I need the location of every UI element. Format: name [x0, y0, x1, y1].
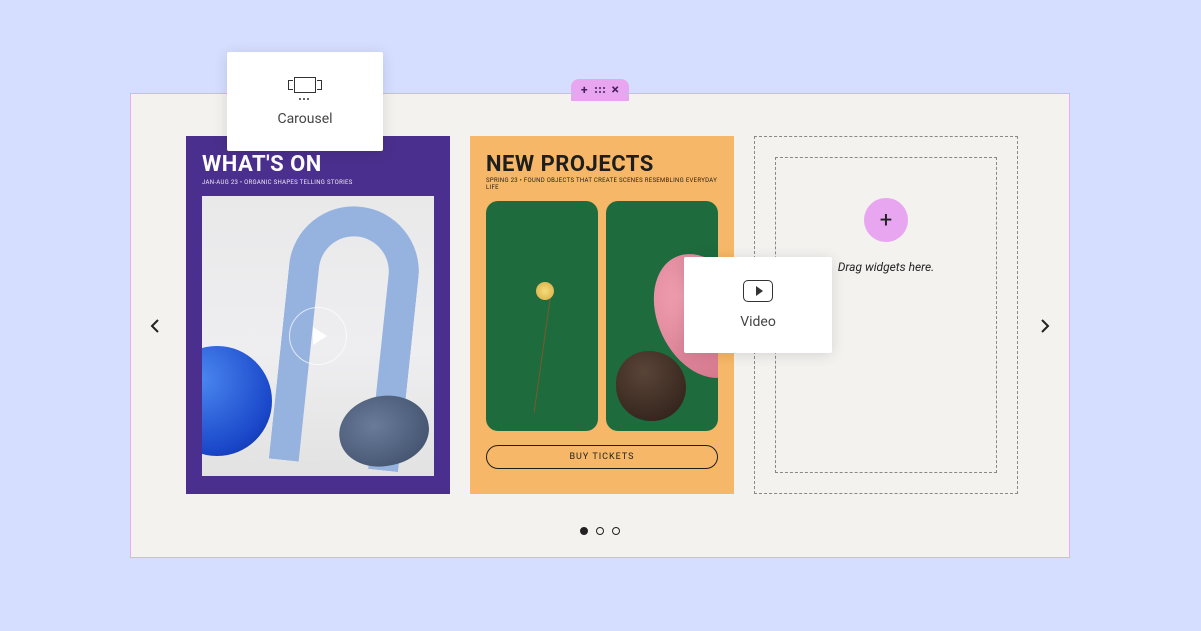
card-subtitle: JAN-AUG 23 • ORGANIC SHAPES TELLING STOR… — [202, 179, 434, 186]
pagination-dot[interactable] — [612, 527, 620, 535]
decorative-stem — [534, 294, 552, 413]
buy-tickets-button[interactable]: BUY TICKETS — [486, 445, 718, 469]
play-icon[interactable] — [289, 307, 347, 365]
section-handle[interactable] — [571, 79, 629, 101]
carousel-card-whats-on[interactable]: WHAT'S ON JAN-AUG 23 • ORGANIC SHAPES TE… — [186, 136, 450, 494]
close-icon[interactable] — [612, 82, 619, 98]
card-media — [202, 196, 434, 476]
card-subtitle: SPRING 23 • FOUND OBJECTS THAT CREATE SC… — [486, 177, 718, 191]
decorative-sphere — [202, 346, 272, 456]
card-image — [486, 201, 598, 431]
add-widget-button[interactable]: + — [864, 198, 908, 242]
dropzone-hint: Drag widgets here. — [838, 260, 934, 274]
video-icon — [743, 280, 773, 302]
widget-palette-video[interactable]: Video — [684, 257, 832, 353]
carousel-slides: WHAT'S ON JAN-AUG 23 • ORGANIC SHAPES TE… — [186, 136, 1018, 494]
widget-label: Carousel — [277, 111, 332, 127]
carousel-pagination — [580, 527, 620, 535]
pagination-dot[interactable] — [596, 527, 604, 535]
decorative-flower — [536, 282, 554, 300]
card-title: WHAT'S ON — [202, 152, 434, 177]
card-title: NEW PROJECTS — [486, 152, 718, 177]
carousel-next-button[interactable] — [1033, 314, 1057, 338]
carousel-icon — [288, 77, 322, 99]
add-section-icon[interactable] — [581, 83, 588, 97]
carousel-prev-button[interactable] — [143, 314, 167, 338]
pagination-dot[interactable] — [580, 527, 588, 535]
widget-palette-carousel[interactable]: Carousel — [227, 52, 383, 151]
editor-canvas: WHAT'S ON JAN-AUG 23 • ORGANIC SHAPES TE… — [130, 93, 1070, 558]
widget-label: Video — [740, 314, 776, 330]
drag-handle-icon[interactable] — [595, 87, 605, 93]
decorative-rock — [616, 351, 686, 421]
